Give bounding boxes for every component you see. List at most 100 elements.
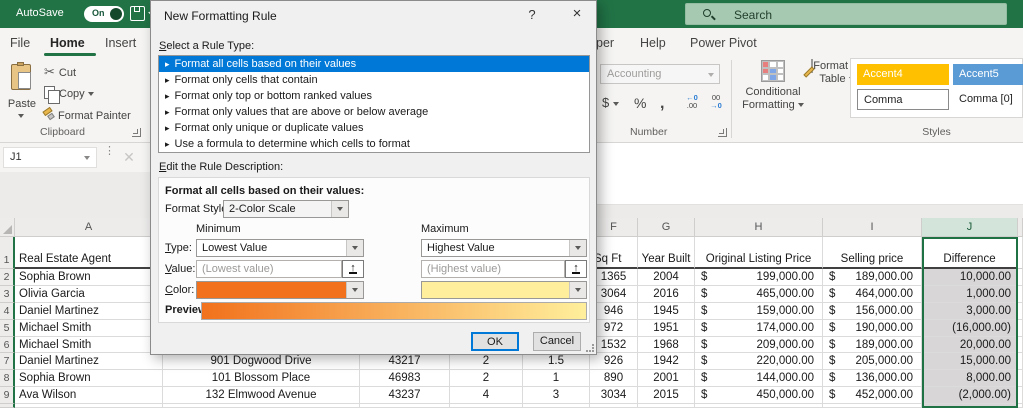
cell-G8[interactable]: 2001 bbox=[638, 370, 695, 387]
column-header-A[interactable]: A bbox=[15, 218, 163, 237]
cell-I8[interactable]: $136,000.00 bbox=[823, 370, 922, 387]
cell-J3[interactable]: 1,000.00 bbox=[922, 286, 1018, 303]
cell-F5[interactable]: 972 bbox=[590, 320, 638, 337]
tab-help[interactable]: Help bbox=[640, 36, 666, 50]
row-header-10[interactable] bbox=[0, 404, 15, 408]
cell-J6[interactable]: 20,000.00 bbox=[922, 337, 1018, 354]
cell-J10[interactable] bbox=[922, 404, 1018, 408]
row-header-7[interactable]: 7 bbox=[0, 353, 15, 370]
help-icon[interactable]: ? bbox=[523, 7, 541, 25]
cell-J9[interactable]: (2,000.00) bbox=[922, 387, 1018, 404]
rule-type-option[interactable]: Format only cells that contain bbox=[159, 72, 589, 88]
cell-H7[interactable]: $220,000.00 bbox=[695, 353, 823, 370]
cell-H10[interactable] bbox=[695, 404, 823, 408]
tab-power-pivot[interactable]: Power Pivot bbox=[690, 36, 757, 50]
conditional-formatting-button[interactable]: Conditional Formatting bbox=[738, 60, 808, 112]
cell-B10[interactable] bbox=[163, 404, 360, 408]
min-color-dropdown[interactable] bbox=[196, 281, 364, 299]
cell-D9[interactable]: 4 bbox=[450, 387, 523, 404]
rule-type-option[interactable]: Use a formula to determine which cells t… bbox=[159, 136, 589, 152]
cell-F6[interactable]: 1532 bbox=[590, 337, 638, 354]
style-comma-0[interactable]: Comma [0] bbox=[953, 89, 1023, 110]
cell-A1[interactable]: Real Estate Agent bbox=[15, 237, 163, 269]
row-header-4[interactable]: 4 bbox=[0, 303, 15, 320]
column-header-I[interactable]: I bbox=[823, 218, 922, 237]
row-header-3[interactable]: 3 bbox=[0, 286, 15, 303]
row-header-6[interactable]: 6 bbox=[0, 337, 15, 354]
formula-bar-handle[interactable]: ⋮ bbox=[104, 148, 115, 154]
cell-F3[interactable]: 3064 bbox=[590, 286, 638, 303]
cell-H9[interactable]: $450,000.00 bbox=[695, 387, 823, 404]
cell-I9[interactable]: $452,000.00 bbox=[823, 387, 922, 404]
cell-J5[interactable]: (16,000.00) bbox=[922, 320, 1018, 337]
cell-D8[interactable]: 2 bbox=[450, 370, 523, 387]
search-box[interactable]: Search bbox=[685, 3, 1007, 25]
cell-H8[interactable]: $144,000.00 bbox=[695, 370, 823, 387]
max-type-dropdown[interactable]: Highest Value bbox=[421, 239, 587, 257]
cell-B7[interactable]: 901 Dogwood Drive bbox=[163, 353, 360, 370]
cell-G9[interactable]: 2015 bbox=[638, 387, 695, 404]
accounting-format-button[interactable]: $ bbox=[602, 95, 619, 110]
cell-I5[interactable]: $190,000.00 bbox=[823, 320, 922, 337]
comma-style-button[interactable]: , bbox=[660, 95, 664, 113]
cell-I6[interactable]: $189,000.00 bbox=[823, 337, 922, 354]
cell-H5[interactable]: $174,000.00 bbox=[695, 320, 823, 337]
cell-H4[interactable]: $159,000.00 bbox=[695, 303, 823, 320]
cell-J4[interactable]: 3,000.00 bbox=[922, 303, 1018, 320]
row-header-8[interactable]: 8 bbox=[0, 370, 15, 387]
cell-A10[interactable] bbox=[15, 404, 163, 408]
min-type-dropdown[interactable]: Lowest Value bbox=[196, 239, 364, 257]
cell-I3[interactable]: $464,000.00 bbox=[823, 286, 922, 303]
cell-A7[interactable]: Daniel Martinez bbox=[15, 353, 163, 370]
cell-D10[interactable] bbox=[450, 404, 523, 408]
cell-I1[interactable]: Selling price bbox=[823, 237, 922, 269]
cell-H2[interactable]: $199,000.00 bbox=[695, 269, 823, 286]
cell-F9[interactable]: 3034 bbox=[590, 387, 638, 404]
column-header-F[interactable]: F bbox=[590, 218, 638, 237]
max-value-input[interactable]: (Highest value) bbox=[421, 260, 565, 278]
cell-F7[interactable]: 926 bbox=[590, 353, 638, 370]
formula-input[interactable] bbox=[597, 143, 1023, 205]
cell-H3[interactable]: $465,000.00 bbox=[695, 286, 823, 303]
style-accent5[interactable]: Accent5 bbox=[953, 64, 1023, 85]
cell-I7[interactable]: $205,000.00 bbox=[823, 353, 922, 370]
cell-A5[interactable]: Michael Smith bbox=[15, 320, 163, 337]
percent-style-button[interactable]: % bbox=[634, 95, 646, 111]
number-format-combo[interactable]: Accounting bbox=[600, 64, 720, 84]
cell-A2[interactable]: Sophia Brown bbox=[15, 269, 163, 286]
cancel-button[interactable]: Cancel bbox=[533, 332, 581, 351]
cell-F8[interactable]: 890 bbox=[590, 370, 638, 387]
cell-E10[interactable] bbox=[523, 404, 590, 408]
cell-D7[interactable]: 2 bbox=[450, 353, 523, 370]
cell-F4[interactable]: 946 bbox=[590, 303, 638, 320]
cell-C7[interactable]: 43217 bbox=[360, 353, 450, 370]
row-header-9[interactable]: 9 bbox=[0, 387, 15, 404]
clipboard-dialog-launcher-icon[interactable] bbox=[132, 128, 141, 137]
format-painter-button[interactable]: Format Painter bbox=[42, 108, 131, 122]
cell-A4[interactable]: Daniel Martinez bbox=[15, 303, 163, 320]
cell-A8[interactable]: Sophia Brown bbox=[15, 370, 163, 387]
cancel-entry-icon[interactable]: ✕ bbox=[118, 146, 140, 168]
cell-C10[interactable] bbox=[360, 404, 450, 408]
cell-J1[interactable]: Difference bbox=[922, 237, 1018, 269]
column-header-H[interactable]: H bbox=[695, 218, 823, 237]
tab-developer-partial[interactable]: per bbox=[596, 36, 614, 50]
cut-button[interactable]: ✂Cut bbox=[44, 64, 76, 80]
cell-E7[interactable]: 1.5 bbox=[523, 353, 590, 370]
tab-file[interactable]: File bbox=[10, 36, 30, 50]
cell-H1[interactable]: Original Listing Price bbox=[695, 237, 823, 269]
number-dialog-launcher-icon[interactable] bbox=[718, 128, 727, 137]
cell-C9[interactable]: 43237 bbox=[360, 387, 450, 404]
rule-type-option[interactable]: Format all cells based on their values bbox=[159, 56, 589, 72]
style-comma[interactable]: Comma bbox=[857, 89, 949, 110]
min-range-select-button[interactable]: ↑ bbox=[342, 260, 364, 278]
tab-home[interactable]: Home bbox=[50, 36, 85, 50]
row-header-5[interactable]: 5 bbox=[0, 320, 15, 337]
min-value-input[interactable]: (Lowest value) bbox=[196, 260, 342, 278]
row-header-1[interactable]: 1 bbox=[0, 237, 15, 269]
copy-button[interactable]: Copy bbox=[44, 86, 94, 100]
rule-type-option[interactable]: Format only values that are above or bel… bbox=[159, 104, 589, 120]
column-header-J[interactable]: J bbox=[922, 218, 1018, 237]
max-color-dropdown[interactable] bbox=[421, 281, 587, 299]
cell-F2[interactable]: 1365 bbox=[590, 269, 638, 286]
